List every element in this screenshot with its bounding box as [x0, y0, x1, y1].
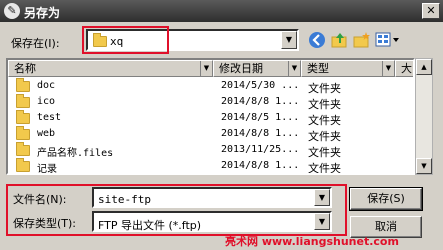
file-date: 2013/11/25... — [221, 144, 300, 155]
folder-icon — [16, 110, 30, 127]
folder-icon — [16, 126, 30, 143]
column-header-date-label: 修改日期 — [219, 62, 263, 75]
column-header-name[interactable]: 名称 ▼ — [8, 60, 213, 77]
column-header-size-label: 大 — [401, 62, 412, 75]
scroll-down-icon[interactable]: ▼ — [416, 158, 432, 174]
watermark: 亮术网 www.liangshunet.com — [225, 235, 399, 248]
save-in-label: 保存在(I): — [11, 37, 60, 50]
chevron-down-icon[interactable]: ▼ — [288, 61, 300, 76]
folder-icon — [16, 158, 30, 173]
chevron-down-icon[interactable]: ▼ — [200, 61, 212, 76]
folder-icon — [16, 78, 30, 95]
highlight-box-save-in — [82, 26, 169, 54]
list-item[interactable]: 记录 2014/8/8 1... 文件夹 — [8, 158, 413, 175]
folder-icon — [16, 142, 30, 159]
file-date: 2014/5/30 ... — [221, 80, 300, 91]
column-header-name-label: 名称 — [14, 62, 36, 75]
file-name: 记录 — [37, 164, 57, 175]
up-folder-icon[interactable] — [331, 31, 349, 49]
list-item[interactable]: web 2014/8/8 1... 文件夹 — [8, 126, 413, 143]
file-type: 文件夹 — [308, 162, 341, 175]
list-item[interactable]: test 2014/8/5 1... 文件夹 — [8, 110, 413, 127]
file-date: 2014/8/8 1... — [221, 160, 300, 171]
file-name: 产品名称.files — [37, 148, 114, 159]
title-bar: ✎ 另存为 ✕ — [0, 0, 443, 22]
file-date: 2014/8/8 1... — [221, 96, 300, 107]
close-button[interactable]: ✕ — [422, 3, 440, 19]
chevron-down-icon[interactable]: ▼ — [382, 61, 394, 76]
file-date: 2014/8/8 1... — [221, 128, 300, 139]
column-header-size[interactable]: 大 — [395, 60, 413, 77]
highlight-box-filename — [6, 184, 347, 236]
view-menu-icon[interactable] — [375, 31, 401, 49]
column-header-date[interactable]: 修改日期 ▼ — [213, 60, 301, 77]
vertical-scrollbar[interactable]: ▲ ▼ — [415, 58, 433, 175]
list-item[interactable]: 产品名称.files 2013/11/25... 文件夹 — [8, 142, 413, 159]
folder-icon — [16, 94, 30, 111]
file-name: doc — [37, 80, 56, 91]
list-item[interactable]: doc 2014/5/30 ... 文件夹 — [8, 78, 413, 95]
chevron-down-icon[interactable]: ▼ — [281, 31, 297, 49]
scroll-up-icon[interactable]: ▲ — [416, 59, 432, 75]
file-name: web — [37, 128, 56, 139]
file-list[interactable]: 名称 ▼ 修改日期 ▼ 类型 ▼ 大 doc 2014/5/30 ... 文件夹… — [6, 58, 415, 175]
new-folder-icon[interactable] — [353, 31, 371, 49]
file-name: ico — [37, 96, 56, 107]
file-date: 2014/8/5 1... — [221, 112, 300, 123]
save-button[interactable]: 保存(S) — [349, 187, 423, 211]
back-icon[interactable] — [308, 31, 326, 49]
list-item[interactable]: ico 2014/8/8 1... 文件夹 — [8, 94, 413, 111]
app-icon: ✎ — [4, 3, 20, 19]
window-title: 另存为 — [24, 6, 61, 20]
file-name: test — [37, 112, 62, 123]
column-header-type-label: 类型 — [307, 62, 329, 75]
column-header-type[interactable]: 类型 ▼ — [301, 60, 395, 77]
